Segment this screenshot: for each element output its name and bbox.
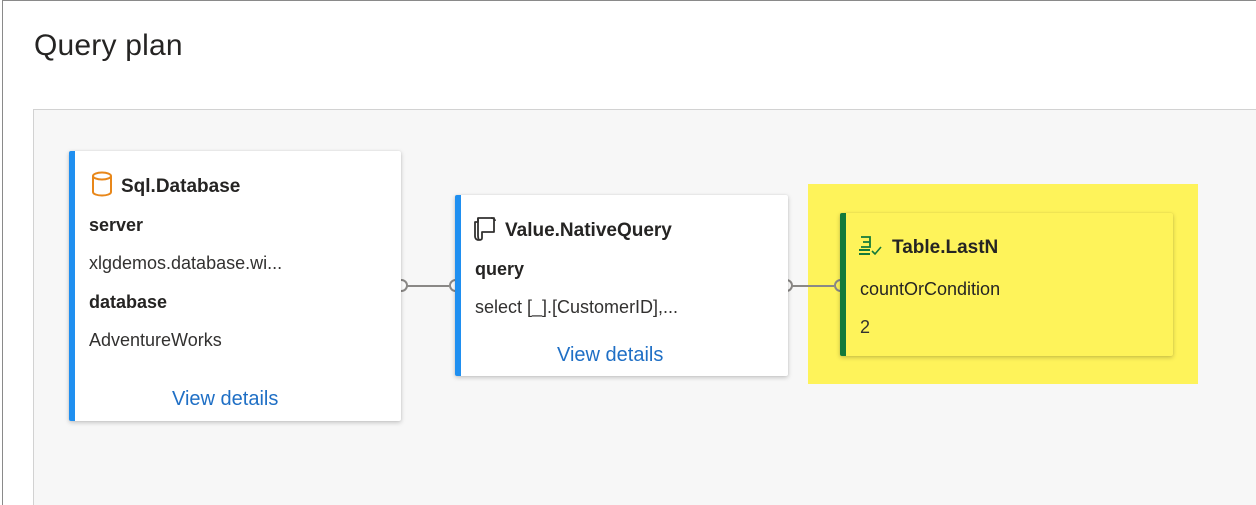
field-value-server: xlgdemos.database.wi... <box>89 253 283 273</box>
field-label-server: server <box>89 215 144 235</box>
edge-2-3 <box>792 285 834 287</box>
page-title: Query plan <box>34 29 183 62</box>
view-details-link[interactable]: View details <box>557 344 663 367</box>
node-title: Sql.Database <box>121 176 241 197</box>
node-accent-bar <box>840 213 846 356</box>
node-sql-database[interactable]: Sql.Database server xlgdemos.database.wi… <box>69 151 401 421</box>
field-value-query: select [_].[CustomerID],... <box>475 297 679 317</box>
node-value-nativequery[interactable]: Value.NativeQuery query select [_].[Cust… <box>455 195 788 376</box>
field-value-database: AdventureWorks <box>89 330 222 350</box>
node-header: Sql.Database <box>91 171 240 203</box>
node-title: Table.LastN <box>892 237 999 258</box>
table-lastn-icon <box>858 233 884 263</box>
node-title: Value.NativeQuery <box>505 220 672 241</box>
edge-1-2 <box>407 285 449 287</box>
node-table-lastn[interactable]: Table.LastN countOrCondition 2 <box>840 213 1173 356</box>
node-header: Value.NativeQuery <box>473 215 672 247</box>
node-accent-bar <box>455 195 461 376</box>
field-label-count-or-condition: countOrCondition <box>860 279 1001 299</box>
view-details-link[interactable]: View details <box>172 388 278 411</box>
field-label-query: query <box>475 259 525 279</box>
field-value-count-or-condition: 2 <box>860 317 871 337</box>
node-accent-bar <box>69 151 75 421</box>
script-icon <box>473 215 497 247</box>
field-label-database: database <box>89 292 168 312</box>
node-header: Table.LastN <box>858 233 998 263</box>
database-icon <box>91 171 113 203</box>
